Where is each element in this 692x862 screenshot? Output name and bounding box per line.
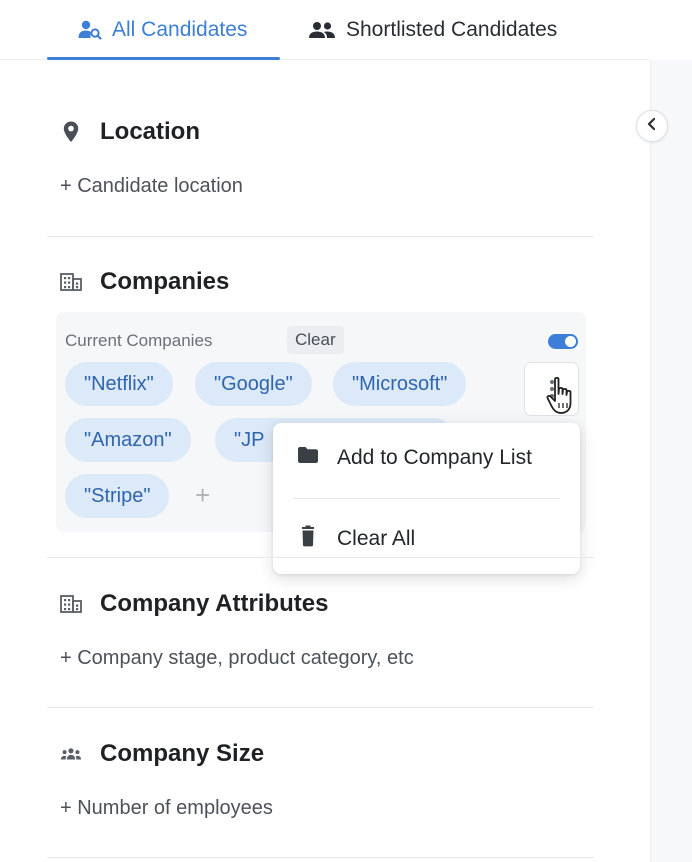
menu-item-add-to-company-list[interactable]: Add to Company List xyxy=(273,433,580,483)
right-panel xyxy=(650,60,692,862)
company-chip[interactable]: "Netflix" xyxy=(65,362,173,406)
company-chip[interactable]: "Microsoft" xyxy=(333,362,467,406)
tab-shortlisted-candidates-label: Shortlisted Candidates xyxy=(346,18,558,41)
people-icon xyxy=(308,21,336,39)
clear-companies-button[interactable]: Clear xyxy=(287,326,344,354)
divider xyxy=(47,557,594,558)
company-attributes-title: Company Attributes xyxy=(100,590,329,617)
add-candidate-location[interactable]: + Candidate location xyxy=(60,175,243,198)
add-company-button[interactable]: + xyxy=(195,480,210,511)
add-company-size[interactable]: + Number of employees xyxy=(60,797,273,820)
divider xyxy=(47,707,594,708)
hand-cursor-icon xyxy=(545,376,579,421)
tab-shortlisted-candidates[interactable]: Shortlisted Candidates xyxy=(308,0,557,60)
current-companies-label: Current Companies xyxy=(65,331,213,350)
divider xyxy=(47,236,594,237)
location-section-title: Location xyxy=(60,118,200,146)
add-company-attributes[interactable]: + Company stage, product category, etc xyxy=(60,647,414,670)
person-search-icon xyxy=(78,20,102,40)
menu-item-label: Add to Company List xyxy=(337,446,532,469)
chevron-left-icon xyxy=(646,117,658,136)
people-group-icon xyxy=(60,747,82,761)
active-tab-indicator xyxy=(47,57,280,60)
companies-title: Companies xyxy=(100,268,230,295)
building-icon xyxy=(60,595,82,613)
trash-icon xyxy=(297,525,319,553)
collapse-panel-button[interactable] xyxy=(636,110,668,142)
current-companies-toggle[interactable] xyxy=(548,334,578,349)
divider xyxy=(47,857,594,858)
company-attributes-section-title: Company Attributes xyxy=(60,590,328,618)
company-chip[interactable]: "Amazon" xyxy=(65,418,191,462)
menu-item-label: Clear All xyxy=(337,527,416,550)
companies-section-title: Companies xyxy=(60,268,229,296)
building-icon xyxy=(60,273,82,291)
location-title: Location xyxy=(100,118,200,145)
menu-divider xyxy=(293,498,560,499)
location-pin-icon xyxy=(60,121,82,143)
folder-icon xyxy=(297,446,319,470)
company-chip[interactable]: "Google" xyxy=(195,362,312,406)
company-size-section-title: Company Size xyxy=(60,740,264,768)
tab-all-candidates[interactable]: All Candidates xyxy=(78,0,247,60)
company-options-menu: Add to Company List Clear All xyxy=(273,423,580,574)
tab-all-candidates-label: All Candidates xyxy=(112,18,248,41)
company-size-title: Company Size xyxy=(100,740,265,767)
company-chip[interactable]: "Stripe" xyxy=(65,474,170,518)
tab-bar: All Candidates Shortlisted Candidates xyxy=(0,0,650,60)
